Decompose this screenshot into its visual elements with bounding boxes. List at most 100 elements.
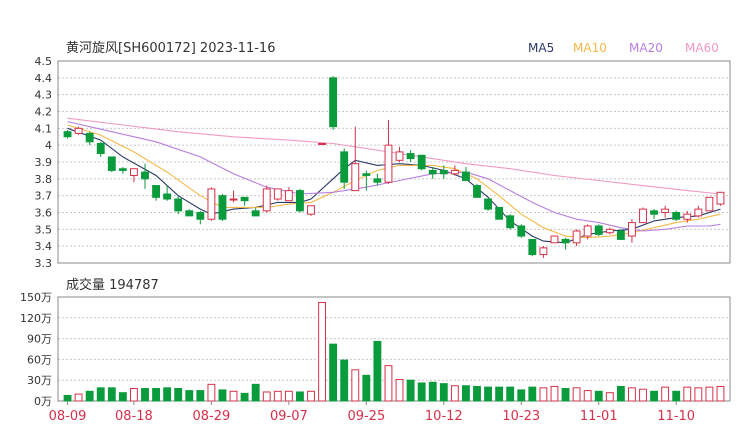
candle-up xyxy=(229,198,238,201)
candle-down xyxy=(152,185,160,198)
candle-up xyxy=(716,191,725,205)
candle-down xyxy=(63,131,72,138)
volume-bar-down xyxy=(96,387,105,402)
volume-bar-down xyxy=(362,374,371,402)
volume-bar-up xyxy=(605,392,614,402)
candle-down xyxy=(484,198,492,210)
candle-up xyxy=(572,230,581,244)
candle-down xyxy=(650,210,658,215)
volume-bar-up xyxy=(384,365,393,402)
volume-bar-down xyxy=(329,343,338,402)
candle-down xyxy=(672,212,681,220)
x-tick-label: 10-12 xyxy=(425,409,463,424)
candle-down xyxy=(362,173,371,176)
volume-bar-up xyxy=(550,385,559,402)
volume-bar-down xyxy=(174,388,183,402)
candle-up xyxy=(639,208,647,224)
volume-bar-up xyxy=(74,393,83,402)
volume-bar-down xyxy=(141,388,149,402)
volume-bar-down xyxy=(528,386,537,402)
volume-bar-up xyxy=(307,390,315,402)
x-tick-label: 08-18 xyxy=(115,409,153,424)
x-tick-label: 08-09 xyxy=(49,409,87,424)
legend-ma20: MA20 xyxy=(629,41,663,55)
candle-up xyxy=(605,228,614,234)
volume-bar-up xyxy=(262,391,271,402)
price-tick-label: 3.6 xyxy=(35,207,53,220)
candle-down xyxy=(118,168,127,171)
chart-stage: 黄河旋风[SH600172] 2023-11-16 MA5 MA10 MA20 MA6… xyxy=(0,0,740,440)
candle-up xyxy=(284,190,293,202)
candle-up xyxy=(307,205,315,215)
volume-bar-up xyxy=(450,385,459,402)
volume-bar-down xyxy=(473,385,481,402)
volume-bar-down xyxy=(484,386,492,402)
ma-line-ma20 xyxy=(67,121,721,232)
candle-down xyxy=(163,193,172,200)
candle-down xyxy=(561,238,570,244)
x-tick-label: 11-10 xyxy=(657,409,695,424)
volume-bar-down xyxy=(196,390,205,402)
candle-down xyxy=(462,171,470,182)
candle-up xyxy=(705,196,714,212)
candle-up xyxy=(683,213,692,220)
candle-up xyxy=(583,225,592,237)
volume-bar-down xyxy=(616,385,625,402)
price-tick-label: 3.3 xyxy=(35,257,53,270)
candle-down xyxy=(506,215,515,229)
price-tick-label: 3.9 xyxy=(35,156,53,169)
candle-up xyxy=(262,188,271,212)
candle-down xyxy=(196,212,205,220)
x-tick-label: 11-01 xyxy=(580,409,618,424)
volume-bar-down xyxy=(185,390,194,402)
price-tick-label: 3.4 xyxy=(35,240,53,253)
x-tick-label: 10-23 xyxy=(502,409,540,424)
stock-chart: 黄河旋风[SH600172] 2023-11-16 MA5 MA10 MA20 MA6… xyxy=(20,41,731,424)
price-tick-label: 3.5 xyxy=(35,223,53,236)
volume-tick-label: 120万 xyxy=(20,312,52,325)
x-tick-label: 09-25 xyxy=(347,409,385,424)
volume-title: 成交量 194787 xyxy=(66,277,159,293)
candle-down xyxy=(594,225,603,235)
candle-down xyxy=(141,171,149,180)
volume-bar-down xyxy=(428,381,437,402)
candle-up xyxy=(395,151,404,161)
candle-down xyxy=(406,153,415,160)
candle-down xyxy=(417,154,426,170)
price-tick-label: 4.2 xyxy=(35,106,53,119)
volume-bar-down xyxy=(495,386,504,402)
volume-bar-down xyxy=(107,387,116,402)
candle-up xyxy=(130,168,138,176)
volume-bar-up xyxy=(661,386,670,402)
legend-ma60: MA60 xyxy=(685,41,719,55)
volume-bar-down xyxy=(63,394,72,402)
volume-bar-up xyxy=(694,387,703,402)
volume-bar-down xyxy=(462,385,470,402)
candle-down xyxy=(329,77,338,128)
volume-bar-up xyxy=(395,379,404,402)
price-tick-label: 4 xyxy=(45,139,52,152)
legend-ma5: MA5 xyxy=(528,41,554,55)
volume-bar-up xyxy=(318,302,326,402)
price-tick-label: 4.1 xyxy=(35,122,53,135)
price-grid: 3.3 3.4 3.5 3.6 3.7 3.8 3.9 4 4.1 4.2 4.3 4.4 4.5 xyxy=(35,55,731,270)
candle-up xyxy=(207,188,216,220)
candle-down xyxy=(251,210,260,217)
price-tick-label: 4.3 xyxy=(35,89,53,102)
candle-down xyxy=(240,196,249,202)
volume-tick-label: 0万 xyxy=(34,395,52,408)
x-tick-label: 09-07 xyxy=(270,409,308,424)
candle-down xyxy=(616,230,625,240)
volume-bar-up xyxy=(130,388,138,402)
volume-bar-down xyxy=(650,390,658,402)
volume-bar-up xyxy=(683,386,692,402)
volume-bar-up xyxy=(583,390,592,402)
volume-bar-down xyxy=(251,383,260,402)
volume-bar-up xyxy=(572,387,581,402)
volume-bar-up xyxy=(639,388,647,402)
candle-down xyxy=(85,132,94,143)
volume-bar-down xyxy=(85,390,94,402)
volume-bar-down xyxy=(517,389,526,402)
x-axis: 08-09 08-18 08-29 09-07 09-25 10-12 10-23 11-01… xyxy=(49,401,695,424)
volume-bar-down xyxy=(406,379,415,402)
